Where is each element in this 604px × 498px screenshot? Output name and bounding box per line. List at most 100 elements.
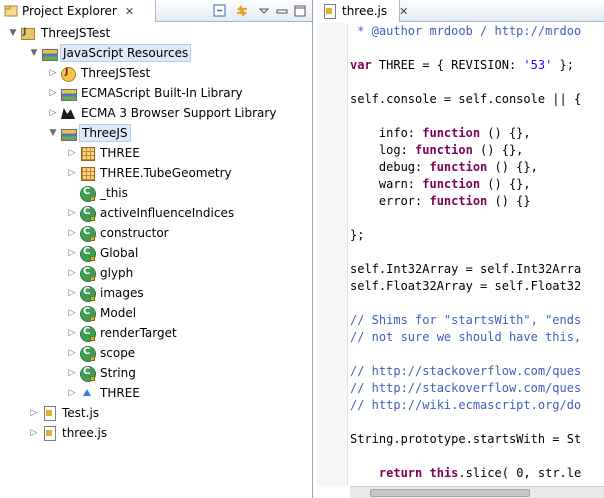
- namespace-icon: [79, 165, 95, 181]
- tree-item-label: glyph: [100, 266, 134, 280]
- code-line: info: function () {},: [350, 126, 531, 140]
- field-icon: [79, 385, 95, 401]
- expand-twisty-icon[interactable]: ▷: [46, 66, 60, 80]
- expand-twisty-icon[interactable]: ▷: [65, 206, 79, 220]
- tree-item-threejstest-source[interactable]: ▷ ThreeJSTest: [0, 63, 312, 83]
- close-icon[interactable]: ✕: [399, 5, 408, 18]
- tree-item-label: three.js: [62, 426, 108, 440]
- tree-item-threejs-lib[interactable]: ▼ ThreeJS: [0, 123, 312, 143]
- editor-tab-label: three.js: [342, 4, 388, 18]
- class-icon: [79, 265, 96, 282]
- tree-item-label: activeInfluenceIndices: [100, 206, 235, 220]
- browser-library-icon: [60, 105, 76, 121]
- project-icon: [20, 25, 36, 41]
- tree-item-label: scope: [100, 346, 136, 360]
- expand-twisty-icon[interactable]: ▷: [65, 306, 79, 320]
- expand-twisty-icon[interactable]: ▷: [65, 366, 79, 380]
- code-line: error: function () {}: [350, 194, 531, 208]
- code-line: debug: function () {},: [350, 160, 538, 174]
- tree-item-this[interactable]: _this: [0, 183, 312, 203]
- code-line: };: [350, 228, 365, 242]
- tab-project-explorer-label: Project Explorer: [22, 4, 117, 18]
- expand-twisty-icon[interactable]: ▷: [65, 246, 79, 260]
- expand-twisty-icon[interactable]: ▷: [65, 146, 79, 160]
- collapse-twisty-icon[interactable]: ▼: [6, 26, 20, 40]
- tree-item-three[interactable]: ▷ THREE: [0, 143, 312, 163]
- tree-item-rendertarget[interactable]: ▷ renderTarget: [0, 323, 312, 343]
- tree-item-label: ThreeJS: [79, 124, 131, 142]
- expand-twisty-icon[interactable]: ▷: [65, 386, 79, 400]
- js-file-icon: [321, 3, 337, 19]
- tree-item-model[interactable]: ▷ Model: [0, 303, 312, 323]
- expand-twisty-icon[interactable]: ▷: [65, 266, 79, 280]
- tree-item-images[interactable]: ▷ images: [0, 283, 312, 303]
- tab-three-js[interactable]: three.js ✕: [316, 0, 408, 22]
- tree-item-scope[interactable]: ▷ scope: [0, 343, 312, 363]
- code-line: // http://wiki.ecmascript.org/do: [350, 398, 582, 412]
- tree-item-string[interactable]: ▷ String: [0, 363, 312, 383]
- class-icon: [79, 205, 96, 222]
- project-explorer-view: Project Explorer ✕ ▼ ThreeJSTest ▼ JavaS…: [0, 0, 313, 498]
- expand-twisty-icon[interactable]: ▷: [46, 106, 60, 120]
- tree-item-ecmascript-builtin[interactable]: ▷ ECMAScript Built-In Library: [0, 83, 312, 103]
- code-editor[interactable]: * @author mrdoob / http://mrdoo var THRE…: [350, 23, 604, 486]
- tree-item-test-js[interactable]: ▷ Test.js: [0, 403, 312, 423]
- expand-twisty-icon[interactable]: ▷: [46, 86, 60, 100]
- tree-item-constructor[interactable]: ▷ constructor: [0, 223, 312, 243]
- scrollbar-thumb[interactable]: [370, 489, 530, 497]
- project-tree: ▼ ThreeJSTest ▼ JavaScript Resources ▷ T…: [0, 23, 312, 443]
- tree-item-label: THREE: [100, 386, 140, 400]
- tree-item-label: ThreeJSTest: [41, 26, 111, 40]
- collapse-twisty-icon[interactable]: ▼: [46, 126, 60, 140]
- tree-item-label: _this: [100, 186, 128, 200]
- code-line: // not sure we should have this,: [350, 330, 582, 344]
- class-icon: [79, 305, 96, 322]
- code-line: // Shims for "startsWith", "ends: [350, 313, 582, 327]
- horizontal-scrollbar[interactable]: [350, 486, 604, 498]
- expand-twisty-icon[interactable]: ▷: [65, 286, 79, 300]
- tree-item-label: images: [100, 286, 144, 300]
- expand-twisty-icon[interactable]: ▷: [65, 326, 79, 340]
- minimize-icon[interactable]: [274, 3, 290, 19]
- close-icon[interactable]: ✕: [125, 5, 134, 18]
- tree-item-threejstest-project[interactable]: ▼ ThreeJSTest: [0, 23, 312, 43]
- expand-twisty-icon[interactable]: ▷: [65, 226, 79, 240]
- code-line: String.prototype.startsWith = St: [350, 432, 582, 446]
- tree-item-label: Global: [100, 246, 139, 260]
- code-line: log: function () {},: [350, 143, 524, 157]
- expand-twisty-icon[interactable]: ▷: [27, 426, 41, 440]
- library-icon: [60, 125, 77, 141]
- maximize-icon[interactable]: [292, 3, 308, 19]
- tab-project-explorer[interactable]: Project Explorer ✕: [0, 0, 156, 22]
- tree-item-label: constructor: [100, 226, 169, 240]
- code-line: // http://stackoverflow.com/ques: [350, 381, 582, 395]
- tree-item-javascript-resources[interactable]: ▼ JavaScript Resources: [0, 43, 312, 63]
- code-line: * @author mrdoob / http://mrdoo: [350, 24, 582, 38]
- tree-item-label: Test.js: [62, 406, 100, 420]
- tree-item-glyph[interactable]: ▷ glyph: [0, 263, 312, 283]
- link-with-editor-icon[interactable]: [234, 3, 250, 19]
- class-icon: [79, 245, 96, 262]
- expand-twisty-icon[interactable]: ▷: [65, 166, 79, 180]
- expand-twisty-icon[interactable]: ▷: [65, 346, 79, 360]
- tree-item-global[interactable]: ▷ Global: [0, 243, 312, 263]
- tree-item-tubegeometry[interactable]: ▷ THREE.TubeGeometry: [0, 163, 312, 183]
- tree-item-three-field[interactable]: ▷ THREE: [0, 383, 312, 403]
- collapse-all-icon[interactable]: [212, 3, 228, 19]
- tree-item-ecma3-browser-lib[interactable]: ▷ ECMA 3 Browser Support Library: [0, 103, 312, 123]
- collapse-twisty-icon[interactable]: ▼: [27, 46, 41, 60]
- view-menu-icon[interactable]: [256, 3, 272, 19]
- code-line: self.console = self.console || {: [350, 92, 582, 106]
- tree-item-three-js[interactable]: ▷ three.js: [0, 423, 312, 443]
- expand-twisty-icon[interactable]: ▷: [27, 406, 41, 420]
- editor-gutter: [316, 23, 348, 486]
- tree-item-label: ECMAScript Built-In Library: [81, 86, 243, 100]
- tree-item-label: String: [100, 366, 136, 380]
- tree-item-activeinfluenceindices[interactable]: ▷ activeInfluenceIndices: [0, 203, 312, 223]
